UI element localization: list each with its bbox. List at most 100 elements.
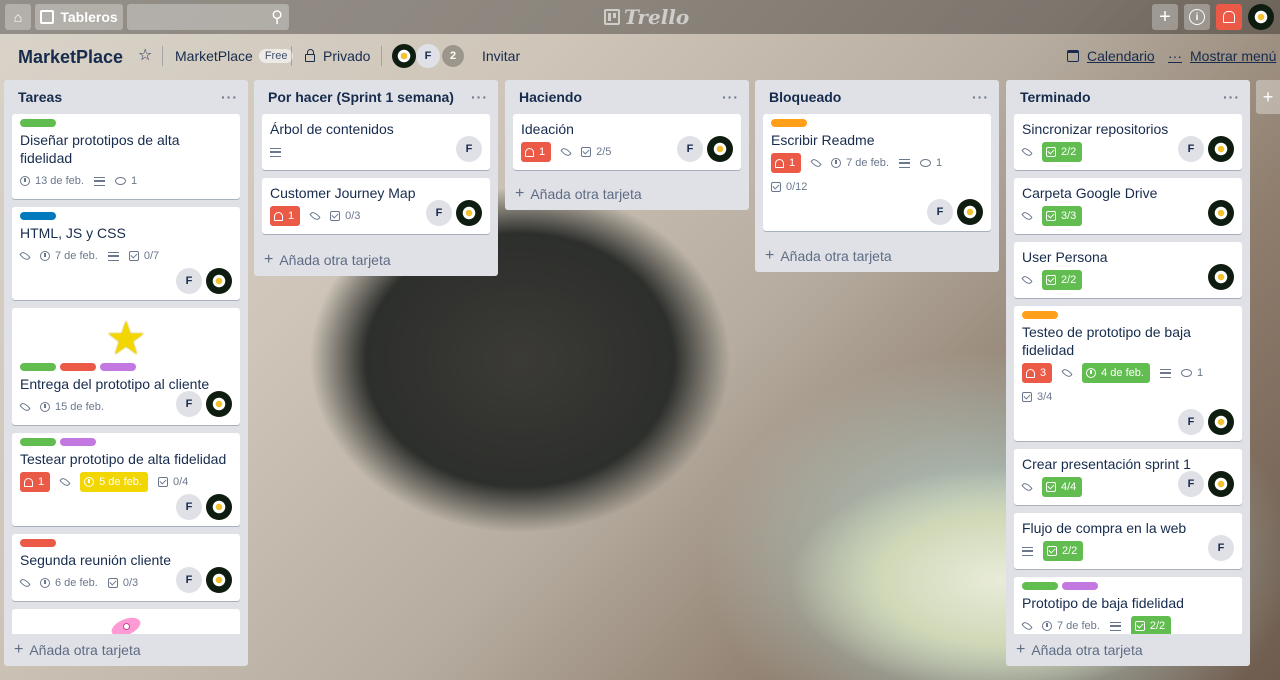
card[interactable]: Sincronizar repositorios 2/2 F: [1014, 114, 1242, 170]
board-name[interactable]: MarketPlace: [18, 47, 123, 68]
list-menu-icon[interactable]: ···: [221, 89, 238, 105]
label-orange[interactable]: [1022, 311, 1058, 319]
member-avatar[interactable]: [206, 391, 232, 417]
search-input[interactable]: [127, 4, 289, 30]
card[interactable]: Testeo de prototipo de baja fidelidad 3 4 …: [1014, 306, 1242, 441]
badge-text: 3/4: [1037, 391, 1053, 403]
card[interactable]: [12, 609, 240, 634]
card[interactable]: Escribir Readme 1 7 de feb. 1 0/12 F: [763, 114, 991, 231]
boards-button[interactable]: Tableros: [35, 4, 123, 30]
card[interactable]: Flujo de compra en la web 2/2 F: [1014, 513, 1242, 569]
add-card-button[interactable]: + Añada otra tarjeta: [755, 240, 999, 272]
calendar-button[interactable]: Calendario: [1067, 48, 1155, 64]
list-title[interactable]: Bloqueado: [769, 89, 841, 105]
member-avatar[interactable]: F: [416, 44, 440, 68]
trello-logo[interactable]: Trello: [604, 5, 689, 29]
card[interactable]: Segunda reunión cliente 6 de feb. 0/3 F: [12, 534, 240, 601]
list-menu-icon[interactable]: ···: [1223, 89, 1240, 105]
list-title[interactable]: Haciendo: [519, 89, 582, 105]
member-avatar[interactable]: F: [1178, 409, 1204, 435]
show-menu-button[interactable]: ··· Mostrar menú: [1168, 48, 1276, 64]
member-avatar[interactable]: F: [677, 136, 703, 162]
visibility-button[interactable]: Privado: [305, 48, 370, 64]
member-avatar[interactable]: F: [1178, 471, 1204, 497]
member-count[interactable]: 2: [442, 45, 464, 67]
list: Tareas ··· Diseñar prototipos de alta fide…: [4, 80, 248, 666]
card[interactable]: Prototipo de baja fidelidad7 de feb.2/2F: [1014, 577, 1242, 634]
card[interactable]: Diseñar prototipos de alta fidelidad 13 d…: [12, 114, 240, 199]
invite-button[interactable]: Invitar: [482, 48, 520, 64]
member-avatar[interactable]: [957, 199, 983, 225]
label-blue[interactable]: [20, 212, 56, 220]
card[interactable]: Carpeta Google Drive 3/3: [1014, 178, 1242, 234]
search-box[interactable]: ⚲: [127, 4, 289, 30]
add-card-button[interactable]: + Añada otra tarjeta: [1006, 634, 1250, 666]
badge-text: 2/5: [596, 146, 612, 158]
list-menu-icon[interactable]: ···: [972, 89, 989, 105]
member-avatar[interactable]: [456, 200, 482, 226]
member-avatar[interactable]: [206, 494, 232, 520]
label-purple[interactable]: [1062, 582, 1098, 590]
card-title: Testeo de prototipo de baja fidelidad: [1022, 324, 1191, 358]
card[interactable]: HTML, JS y CSS 7 de feb. 0/7 F: [12, 207, 240, 300]
notifications-button[interactable]: [1216, 4, 1242, 30]
add-card-button[interactable]: + Añada otra tarjeta: [4, 634, 248, 666]
star-icon[interactable]: ☆: [138, 45, 152, 65]
plus-icon: +: [515, 185, 525, 202]
search-icon[interactable]: ⚲: [271, 7, 283, 27]
team-button[interactable]: MarketPlace Free: [175, 48, 294, 64]
label-orange[interactable]: [771, 119, 807, 127]
member-avatar[interactable]: F: [176, 391, 202, 417]
label-purple[interactable]: [60, 438, 96, 446]
card[interactable]: Customer Journey Map 1 0/3 F: [262, 178, 490, 234]
member-avatar[interactable]: [206, 567, 232, 593]
card[interactable]: ★ Entrega del prototipo al cliente 15 de f…: [12, 308, 240, 425]
member-avatar[interactable]: [1208, 200, 1234, 226]
info-button[interactable]: i: [1184, 4, 1210, 30]
card[interactable]: User Persona 2/2: [1014, 242, 1242, 298]
check-badge: 2/2: [1130, 616, 1172, 634]
member-avatar[interactable]: [392, 44, 416, 68]
member-avatar[interactable]: F: [1208, 535, 1234, 561]
label-green[interactable]: [20, 363, 56, 371]
description-icon: [93, 176, 105, 186]
add-card-button[interactable]: + Añada otra tarjeta: [505, 178, 749, 210]
add-card-button[interactable]: + Añada otra tarjeta: [254, 244, 498, 276]
user-avatar[interactable]: [1248, 4, 1274, 30]
list-title[interactable]: Por hacer (Sprint 1 semana): [268, 89, 454, 105]
list-menu-icon[interactable]: ···: [722, 89, 739, 105]
member-avatar[interactable]: [1208, 264, 1234, 290]
label-red[interactable]: [20, 539, 56, 547]
add-list-button[interactable]: +: [1256, 80, 1280, 114]
card[interactable]: Testear prototipo de alta fidelidad 1 5 de…: [12, 433, 240, 526]
member-avatar[interactable]: F: [927, 199, 953, 225]
member-avatar[interactable]: F: [176, 268, 202, 294]
member-avatar[interactable]: F: [1178, 136, 1204, 162]
member-avatar[interactable]: F: [176, 494, 202, 520]
home-button[interactable]: ⌂: [5, 4, 31, 30]
member-avatar[interactable]: [1208, 136, 1234, 162]
member-avatar[interactable]: [1208, 471, 1234, 497]
label-purple[interactable]: [100, 363, 136, 371]
list-title[interactable]: Tareas: [18, 89, 62, 105]
label-green[interactable]: [1022, 582, 1058, 590]
home-icon: ⌂: [13, 9, 23, 25]
label-red[interactable]: [60, 363, 96, 371]
card[interactable]: Árbol de contenidos F: [262, 114, 490, 170]
card[interactable]: Ideación 1 2/5 F: [513, 114, 741, 170]
card[interactable]: Crear presentación sprint 1 4/4 F: [1014, 449, 1242, 505]
member-avatar[interactable]: F: [176, 567, 202, 593]
check-badge: 3/3: [1042, 206, 1083, 226]
member-avatar[interactable]: [206, 268, 232, 294]
member-avatar[interactable]: [1208, 409, 1234, 435]
card-title: Flujo de compra en la web: [1022, 520, 1187, 536]
clock-icon: [40, 578, 50, 588]
label-green[interactable]: [20, 119, 56, 127]
list-menu-icon[interactable]: ···: [471, 89, 488, 105]
member-avatar[interactable]: F: [456, 136, 482, 162]
create-button[interactable]: +: [1152, 4, 1178, 30]
list-title[interactable]: Terminado: [1020, 89, 1091, 105]
member-avatar[interactable]: [707, 136, 733, 162]
member-avatar[interactable]: F: [426, 200, 452, 226]
label-green[interactable]: [20, 438, 56, 446]
